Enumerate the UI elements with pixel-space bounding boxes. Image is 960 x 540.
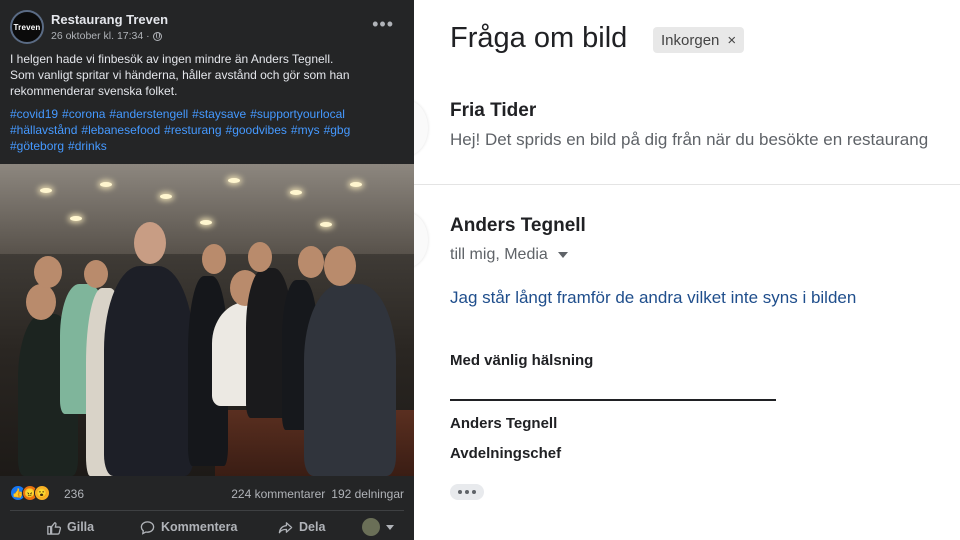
audience-selector[interactable]	[362, 518, 394, 536]
globe-icon	[152, 31, 162, 41]
hashtag-link[interactable]: #staysave	[192, 107, 246, 121]
page-name[interactable]: Restaurang Treven	[51, 12, 168, 27]
signature-title: Avdelningschef	[450, 445, 562, 462]
more-options-icon[interactable]: •••	[372, 14, 394, 35]
email-subject: Fråga om bild	[450, 22, 628, 54]
ceiling-light	[70, 216, 82, 221]
inbox-label-chip[interactable]: Inkorgen ×	[653, 27, 745, 53]
post-text-line: rekommenderar svenska folket.	[10, 84, 178, 98]
show-trimmed-content-button[interactable]	[450, 484, 484, 500]
comment-label: Kommentera	[161, 520, 238, 534]
photo-person	[304, 284, 396, 476]
ceiling-light	[350, 182, 362, 187]
hashtag-link[interactable]: #anderstengell	[109, 107, 188, 121]
post-meta: 26 oktober kl. 17:34 ·	[51, 30, 162, 42]
post-stats: 👍 😠 😮 236 224 kommentarer 192 delningar	[10, 484, 404, 504]
hashtag-list: #covid19 #corona #anderstengell #staysave #s…	[10, 106, 406, 154]
message-body: Jag står långt framför de andra vilket i…	[450, 288, 857, 307]
sender-avatar	[414, 212, 428, 268]
reaction-count[interactable]: 236	[64, 487, 84, 501]
photo-person	[104, 266, 194, 476]
comment-button[interactable]: Kommentera	[140, 520, 237, 535]
share-button[interactable]: Dela	[278, 520, 325, 535]
post-text: I helgen hade vi finbesök av ingen mindr…	[10, 51, 406, 99]
photo-person-head	[134, 222, 166, 264]
hashtag-link[interactable]: #covid19	[10, 107, 58, 121]
photo-person-head	[298, 246, 324, 278]
wow-reaction-icon: 😮	[34, 485, 50, 501]
sender-avatar	[414, 100, 428, 156]
message-divider	[414, 184, 960, 185]
ceiling-light	[290, 190, 302, 195]
share-count[interactable]: 192 delningar	[331, 487, 404, 501]
post-action-bar: Gilla Kommentera Dela	[10, 514, 404, 540]
facebook-post: Treven Restaurang Treven 26 oktober kl. …	[0, 0, 414, 540]
hashtag-link[interactable]: #resturang	[164, 123, 221, 137]
message-closing: Med vänlig hälsning	[450, 352, 594, 369]
post-header: Treven Restaurang Treven 26 oktober kl. …	[10, 8, 404, 48]
close-icon[interactable]: ×	[727, 32, 736, 49]
page-avatar[interactable]: Treven	[10, 10, 44, 44]
ceiling-light	[100, 182, 112, 187]
hashtag-link[interactable]: #corona	[62, 107, 105, 121]
engagement-counts: 224 kommentarer 192 delningar	[231, 487, 404, 501]
actions-divider	[10, 510, 404, 511]
caret-down-icon[interactable]	[557, 252, 568, 258]
ceiling-light	[200, 220, 212, 225]
signature-rule	[450, 399, 776, 401]
photo-person-head	[26, 284, 56, 320]
comment-count[interactable]: 224 kommentarer	[231, 487, 325, 501]
like-label: Gilla	[67, 520, 95, 534]
hashtag-link[interactable]: #goodvibes	[226, 123, 287, 137]
like-icon	[47, 521, 61, 535]
user-avatar	[362, 518, 380, 536]
comment-icon	[140, 520, 155, 535]
post-text-line: Som vanligt spritar vi händerna, håller …	[10, 68, 350, 82]
post-photo[interactable]	[0, 164, 414, 476]
ceiling-light	[228, 178, 240, 183]
hashtag-link[interactable]: #supportyourlocal	[250, 107, 345, 121]
label-text: Inkorgen	[661, 31, 720, 49]
share-label: Dela	[299, 520, 326, 534]
share-icon	[278, 521, 293, 533]
recipient-details[interactable]: till mig, Media	[450, 246, 568, 264]
photo-ceiling	[0, 164, 414, 254]
hashtag-link[interactable]: #mys	[291, 123, 320, 137]
hashtag-link[interactable]: #drinks	[68, 139, 107, 153]
caret-down-icon	[386, 524, 394, 530]
hashtag-link[interactable]: #lebanesefood	[81, 123, 160, 137]
avatar-text: Treven	[13, 22, 41, 32]
post-text-line: I helgen hade vi finbesök av ingen mindr…	[10, 52, 334, 66]
message-sender[interactable]: Fria Tider	[450, 100, 536, 122]
ceiling-light	[160, 194, 172, 199]
signature-name: Anders Tegnell	[450, 415, 558, 432]
hashtag-link[interactable]: #gbg	[324, 123, 351, 137]
photo-person-head	[324, 246, 356, 286]
message-sender[interactable]: Anders Tegnell	[450, 215, 586, 237]
like-button[interactable]: Gilla	[46, 520, 94, 535]
photo-person-head	[84, 260, 108, 288]
message-snippet[interactable]: Hej! Det sprids en bild på dig från när …	[450, 130, 928, 150]
photo-person-head	[248, 242, 272, 272]
reaction-icons[interactable]: 👍 😠 😮	[10, 485, 50, 501]
post-timestamp[interactable]: 26 oktober kl. 17:34 ·	[51, 30, 150, 42]
recipient-text: till mig, Media	[450, 246, 548, 263]
ceiling-light	[320, 222, 332, 227]
hashtag-link[interactable]: #hällavstånd	[10, 123, 77, 137]
hashtag-link[interactable]: #göteborg	[10, 139, 64, 153]
photo-person-head	[202, 244, 226, 274]
ceiling-light	[40, 188, 52, 193]
email-thread: Fråga om bild Inkorgen × Fria Tider Hej!…	[414, 0, 960, 540]
photo-person-head	[34, 256, 62, 288]
